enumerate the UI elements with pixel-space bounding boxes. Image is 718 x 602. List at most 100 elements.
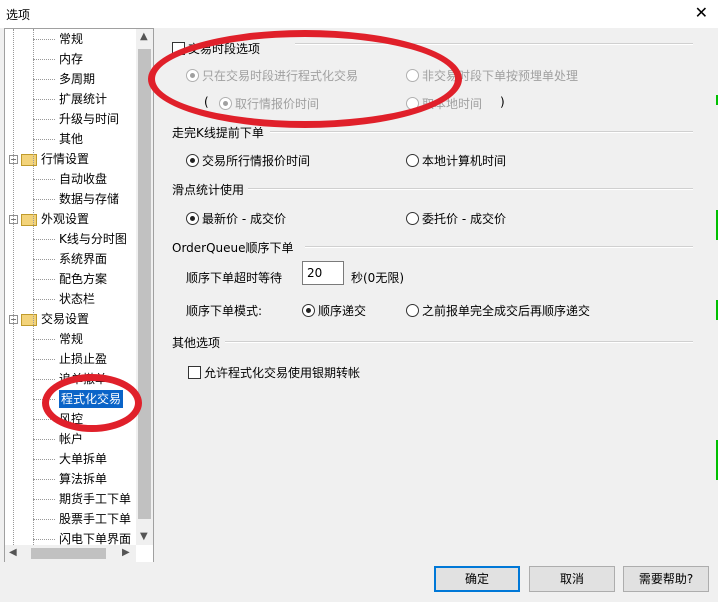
tree-item[interactable]: 大单拆单 <box>59 450 107 468</box>
tree-item[interactable]: 系统界面 <box>59 250 107 268</box>
tree-item-label: 闪电下单界面 <box>59 532 132 545</box>
tree-connector <box>33 459 55 460</box>
folder-icon <box>21 153 37 166</box>
settings-tree[interactable]: 常规 内存 多周期 扩展统计 升级与时间 其他 − 行情设置 自动收盘 数据与存储 − 外观设置 K线与… <box>4 28 154 564</box>
other-heading: 其他选项 <box>172 336 221 350</box>
tree-connector <box>33 279 55 280</box>
scroll-down-icon[interactable]: ▼ <box>140 531 148 542</box>
help-button[interactable]: 需要帮助? <box>623 566 709 592</box>
tree-item[interactable]: 配色方案 <box>59 270 107 288</box>
timeout-label: 顺序下单超时等待 <box>186 271 283 285</box>
radio-after-fill[interactable] <box>406 304 419 317</box>
timeout-input[interactable]: 20 <box>302 261 344 285</box>
tree-item[interactable]: 多周期 <box>59 70 95 88</box>
tree-item[interactable]: 其他 <box>59 130 83 148</box>
tree-folder[interactable]: − 行情设置 <box>9 150 90 168</box>
separator <box>225 341 693 343</box>
scroll-left-icon[interactable]: ◀ <box>9 547 17 558</box>
label-after-fill: 之前报单完全成交后再顺序递交 <box>422 304 591 318</box>
options-dialog: 选项 ✕ 常规 内存 多周期 扩展统计 升级与时间 其他 − 行情设置 自动收盘 数据与存储 − 外观… <box>0 0 718 602</box>
tree-connector <box>13 29 14 545</box>
annotation-ellipse-top <box>148 30 462 128</box>
tree-item-label: 行情设置 <box>41 152 90 166</box>
tree-connector <box>33 299 55 300</box>
tree-connector <box>33 139 55 140</box>
tree-item-label: 扩展统计 <box>59 92 108 106</box>
separator <box>248 188 693 190</box>
tree-connector <box>33 39 55 40</box>
allow-transfer-label: 允许程式化交易使用银期转帐 <box>204 366 361 380</box>
tree-horizontal-scrollbar[interactable]: ◀ ▶ <box>5 545 136 562</box>
scroll-thumb[interactable] <box>138 49 151 519</box>
tree-item[interactable]: 扩展统计 <box>59 90 107 108</box>
tree-item[interactable]: 闪电下单界面 <box>59 530 131 545</box>
tree-vertical-scrollbar[interactable]: ▲ ▼ <box>136 29 153 545</box>
tree-connector <box>33 499 55 500</box>
separator <box>270 131 693 133</box>
allow-transfer-checkbox[interactable] <box>188 366 201 379</box>
tree-connector <box>33 119 55 120</box>
tree-item-label: 多周期 <box>59 72 96 86</box>
tree-connector <box>33 519 55 520</box>
tree-item-label: 状态栏 <box>59 292 96 306</box>
scroll-up-icon[interactable]: ▲ <box>140 31 148 42</box>
kline-early-heading: 走完K线提前下单 <box>172 126 264 140</box>
tree-connector <box>33 29 34 545</box>
tree-folder[interactable]: − 交易设置 <box>9 310 89 328</box>
radio-latest-price[interactable] <box>186 212 199 225</box>
tree-connector <box>33 479 55 480</box>
cancel-button[interactable]: 取消 <box>529 566 615 592</box>
label-local-computer-time: 本地计算机时间 <box>422 154 507 168</box>
tree-item-label: 数据与存储 <box>59 192 120 206</box>
tree-connector <box>33 199 55 200</box>
hscroll-thumb[interactable] <box>31 548 106 559</box>
tree-item[interactable]: 常规 <box>59 30 83 48</box>
tree-item-label: 期货手工下单 <box>59 492 132 506</box>
label-sequential: 顺序递交 <box>318 304 367 318</box>
tree-connector <box>33 539 55 540</box>
separator <box>305 246 693 248</box>
tree-item[interactable]: 内存 <box>59 50 83 68</box>
tree-item-label: K线与分时图 <box>59 232 127 246</box>
tree-connector <box>33 99 55 100</box>
radio-exchange-time[interactable] <box>186 154 199 167</box>
window-title: 选项 <box>6 8 31 22</box>
timeout-unit: 秒(0无限) <box>351 271 404 285</box>
ok-button[interactable]: 确定 <box>434 566 520 592</box>
tree-item-label: 止损止盈 <box>59 352 108 366</box>
tree-folder[interactable]: − 外观设置 <box>9 210 90 228</box>
tree-item-label: 外观设置 <box>41 212 90 226</box>
tree-item[interactable]: 算法拆单 <box>59 470 107 488</box>
tree-item[interactable]: 自动收盘 <box>59 170 107 188</box>
tree-item[interactable]: 升级与时间 <box>59 110 119 128</box>
tree-connector <box>33 79 55 80</box>
tree-item-label: 算法拆单 <box>59 472 108 486</box>
scroll-right-icon[interactable]: ▶ <box>122 547 130 558</box>
tree-connector <box>33 359 55 360</box>
tree-item[interactable]: K线与分时图 <box>59 230 127 248</box>
tree-item-label: 股票手工下单 <box>59 512 132 526</box>
close-icon[interactable]: ✕ <box>695 3 708 22</box>
mode-label: 顺序下单模式: <box>186 304 263 318</box>
tree-item-label: 系统界面 <box>59 252 108 266</box>
tree-item[interactable]: 常规 <box>59 330 83 348</box>
label-exchange-time: 交易所行情报价时间 <box>202 154 311 168</box>
tree-item[interactable]: 状态栏 <box>59 290 95 308</box>
tree-item[interactable]: 止损止盈 <box>59 350 107 368</box>
tree-item-label: 自动收盘 <box>59 172 108 186</box>
tree-connector <box>33 339 55 340</box>
tree-item[interactable]: 数据与存储 <box>59 190 119 208</box>
label-latest-price: 最新价 - 成交价 <box>202 212 286 226</box>
radio-local-computer-time[interactable] <box>406 154 419 167</box>
radio-sequential[interactable] <box>302 304 315 317</box>
tree-item[interactable]: 期货手工下单 <box>59 490 131 508</box>
tree-item[interactable]: 股票手工下单 <box>59 510 131 528</box>
annotation-ellipse-tree <box>42 374 142 432</box>
orderqueue-heading: OrderQueue顺序下单 <box>172 241 294 255</box>
tree-item[interactable]: 帐户 <box>59 430 83 448</box>
tree-items: 常规 内存 多周期 扩展统计 升级与时间 其他 − 行情设置 自动收盘 数据与存储 − 外观设置 K线与… <box>5 29 136 545</box>
tree-item-label: 帐户 <box>59 432 84 446</box>
folder-icon <box>21 213 37 226</box>
radio-order-price[interactable] <box>406 212 419 225</box>
tree-item-label: 常规 <box>59 32 84 46</box>
